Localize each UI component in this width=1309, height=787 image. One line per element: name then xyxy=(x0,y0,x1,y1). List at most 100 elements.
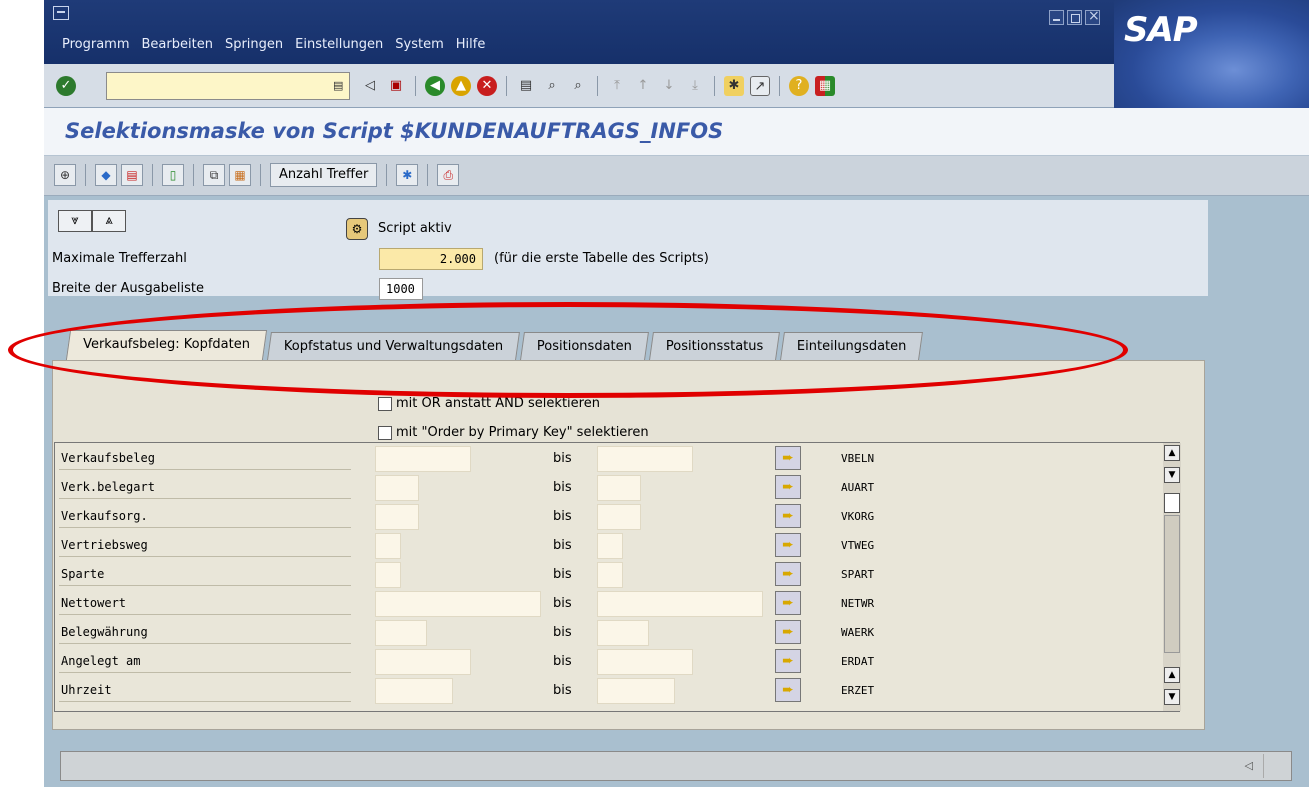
get-variant-icon[interactable]: ▤ xyxy=(121,164,143,186)
to-input[interactable] xyxy=(597,562,623,588)
minimize-button[interactable] xyxy=(1049,10,1064,25)
collapse-all-icon[interactable]: ⩓ xyxy=(92,210,126,232)
multiple-selection-button[interactable]: ➨ xyxy=(775,504,801,528)
multiple-selection-button[interactable]: ➨ xyxy=(775,649,801,673)
bis-label: bis xyxy=(553,625,572,640)
from-input[interactable] xyxy=(375,678,453,704)
find-icon[interactable]: ⌕ xyxy=(542,76,562,96)
status-collapse-icon[interactable]: ◁ xyxy=(1245,759,1253,772)
vertical-scrollbar[interactable]: ▲ ▼ ▲ ▼ xyxy=(1163,443,1181,711)
arrow-right-icon: ➨ xyxy=(782,479,794,495)
to-input[interactable] xyxy=(597,591,763,617)
anzahl-treffer-button[interactable]: Anzahl Treffer xyxy=(270,163,378,187)
menu-programm[interactable]: Programm xyxy=(62,37,130,52)
layout-menu-icon[interactable]: ▦ xyxy=(815,76,835,96)
multiple-selection-button[interactable]: ➨ xyxy=(775,620,801,644)
order-by-label: mit "Order by Primary Key" selektieren xyxy=(396,425,649,440)
document-icon[interactable]: ▯ xyxy=(162,164,184,186)
arrow-right-icon: ➨ xyxy=(782,508,794,524)
to-input[interactable] xyxy=(597,475,641,501)
from-input[interactable] xyxy=(375,649,471,675)
from-input[interactable] xyxy=(375,533,401,559)
order-by-checkbox[interactable] xyxy=(378,425,392,440)
toolbar-arrow-icon[interactable]: ◁ xyxy=(360,76,380,96)
row-divider xyxy=(59,614,351,615)
menu-einstellungen[interactable]: Einstellungen xyxy=(295,37,383,52)
execute-icon[interactable]: ⊕ xyxy=(54,164,76,186)
multiple-selection-button[interactable]: ➨ xyxy=(775,475,801,499)
menu-bar: Programm Bearbeiten Springen Einstellung… xyxy=(62,37,485,52)
arrow-right-icon: ➨ xyxy=(782,450,794,466)
bis-label: bis xyxy=(553,538,572,553)
from-input[interactable] xyxy=(375,504,419,530)
toolbar-separator xyxy=(597,76,598,96)
from-input[interactable] xyxy=(375,475,419,501)
save-icon[interactable]: ▣ xyxy=(386,76,406,96)
multiple-selection-button[interactable]: ➨ xyxy=(775,591,801,615)
to-input[interactable] xyxy=(597,504,641,530)
system-menu-icon[interactable] xyxy=(53,6,69,20)
scroll-up-icon[interactable]: ▲ xyxy=(1164,445,1180,461)
window-controls xyxy=(1049,8,1100,25)
copy-icon[interactable]: ⧉ xyxy=(203,164,225,186)
settings-icon[interactable]: ✱ xyxy=(396,164,419,186)
menu-springen[interactable]: Springen xyxy=(225,37,283,52)
arrow-right-icon: ➨ xyxy=(782,653,794,669)
to-input[interactable] xyxy=(597,649,693,675)
previous-page-icon[interactable]: ↑ xyxy=(633,76,653,96)
help-icon[interactable]: ? xyxy=(789,76,809,96)
command-field[interactable]: ▤ xyxy=(106,72,350,100)
close-button[interactable] xyxy=(1085,8,1100,25)
table-icon[interactable]: ▦ xyxy=(229,164,251,186)
technical-field-name: ERZET xyxy=(841,684,875,697)
to-input[interactable] xyxy=(597,620,649,646)
scroll-down-icon[interactable]: ▼ xyxy=(1164,467,1180,483)
dropdown-icon[interactable]: ▤ xyxy=(333,78,345,94)
next-page-icon[interactable]: ↓ xyxy=(659,76,679,96)
from-input[interactable] xyxy=(375,562,401,588)
enter-icon[interactable]: ✓ xyxy=(56,76,76,96)
max-treffer-input[interactable]: 2.000 xyxy=(379,248,483,270)
or-and-option[interactable]: mit OR anstatt AND selektieren xyxy=(378,396,600,411)
shortcut-icon[interactable]: ↗ xyxy=(750,76,770,96)
variant-icon[interactable]: ◆ xyxy=(95,164,117,186)
technical-field-name: VTWEG xyxy=(841,539,875,552)
expand-all-icon[interactable]: ⩔ xyxy=(58,210,92,232)
new-session-icon[interactable]: ✱ xyxy=(724,76,744,96)
to-input[interactable] xyxy=(597,446,693,472)
from-input[interactable] xyxy=(375,591,541,617)
to-input[interactable] xyxy=(597,678,675,704)
maximize-button[interactable] xyxy=(1067,10,1082,25)
application-toolbar: ⊕ ◆ ▤ ▯ ⧉ ▦ Anzahl Treffer ✱ ⎙ xyxy=(44,156,1309,196)
last-page-icon[interactable]: ⤓ xyxy=(685,76,705,96)
scroll-down-icon[interactable]: ▼ xyxy=(1164,689,1180,705)
or-and-checkbox[interactable] xyxy=(378,396,392,411)
to-input[interactable] xyxy=(597,533,623,559)
first-page-icon[interactable]: ⤒ xyxy=(607,76,627,96)
multiple-selection-button[interactable]: ➨ xyxy=(775,446,801,470)
cancel-icon[interactable]: ✕ xyxy=(477,76,497,96)
print-icon[interactable]: ▤ xyxy=(516,76,536,96)
multiple-selection-button[interactable]: ➨ xyxy=(775,562,801,586)
scroll-up-icon[interactable]: ▲ xyxy=(1164,667,1180,683)
menu-hilfe[interactable]: Hilfe xyxy=(456,37,486,52)
resize-grip-icon[interactable] xyxy=(1263,754,1287,778)
exit-icon[interactable]: ▲ xyxy=(451,76,471,96)
menu-system[interactable]: System xyxy=(395,37,443,52)
multiple-selection-button[interactable]: ➨ xyxy=(775,533,801,557)
from-input[interactable] xyxy=(375,620,427,646)
scroll-thumb[interactable] xyxy=(1164,493,1180,513)
find-next-icon[interactable]: ⌕ xyxy=(568,76,588,96)
scroll-track[interactable] xyxy=(1164,515,1180,653)
from-input[interactable] xyxy=(375,446,471,472)
table-row: Verk.belegart bis ➨ AUART xyxy=(55,474,1145,503)
menu-bearbeiten[interactable]: Bearbeiten xyxy=(142,37,213,52)
row-label: Nettowert xyxy=(61,596,127,610)
multiple-selection-button[interactable]: ➨ xyxy=(775,678,801,702)
row-divider xyxy=(59,672,351,673)
pdf-icon[interactable]: ⎙ xyxy=(437,164,460,186)
order-by-option[interactable]: mit "Order by Primary Key" selektieren xyxy=(378,425,649,440)
sap-logo: SAP xyxy=(1114,0,1309,108)
back-icon[interactable]: ◀ xyxy=(425,76,445,96)
breite-input[interactable]: 1000 xyxy=(379,278,423,300)
